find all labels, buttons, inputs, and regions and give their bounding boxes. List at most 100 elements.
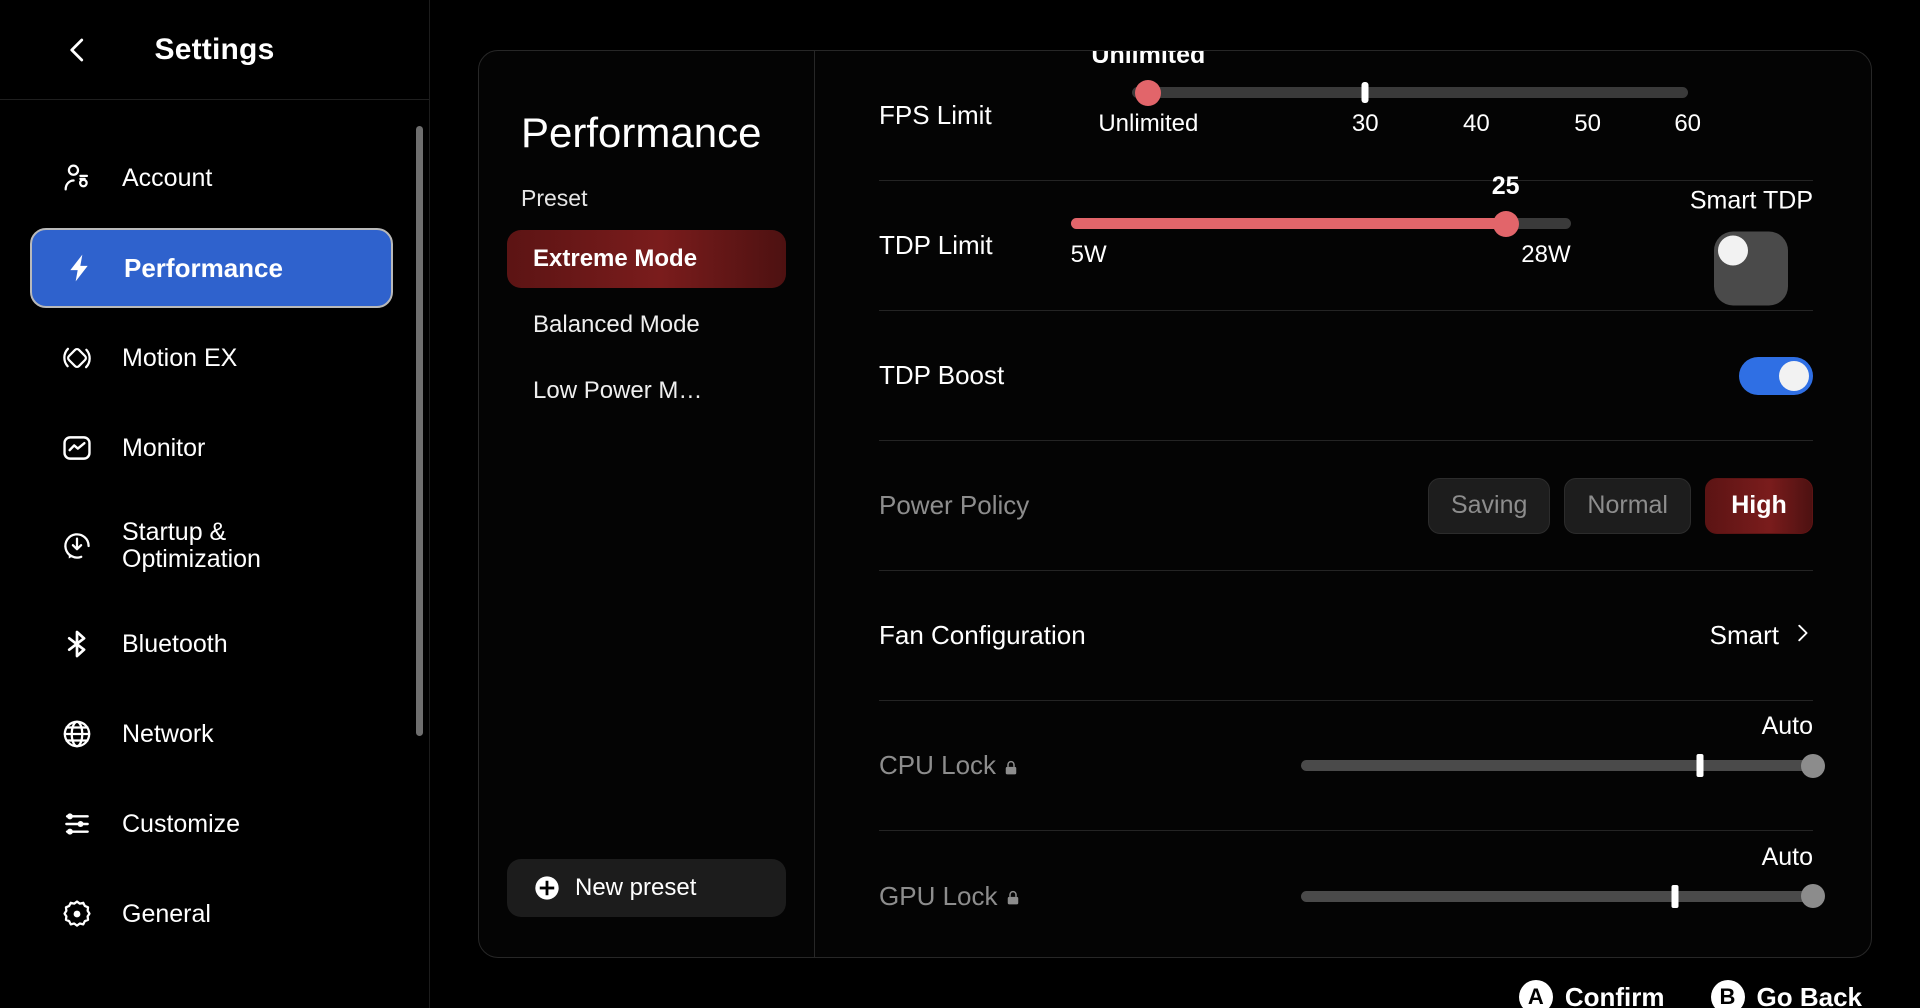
row-cpu-lock: CPU Lock Auto	[879, 701, 1825, 831]
fps-tick-label: 40	[1463, 110, 1490, 137]
sidebar-item-account[interactable]: Account	[30, 138, 393, 218]
cpu-lock-track[interactable]	[1301, 753, 1825, 778]
startup-icon	[58, 527, 96, 565]
button-a-icon: A	[1518, 980, 1553, 1008]
gpu-lock-label: GPU Lock	[879, 881, 1022, 912]
settings-column: FPS Limit Unlimited Unlimited 30 40 50 6…	[815, 51, 1871, 957]
fan-configuration-value-group[interactable]: Smart	[1710, 620, 1813, 651]
gpu-lock-tick-mark	[1671, 884, 1679, 908]
row-fan-configuration[interactable]: Fan Configuration Smart	[879, 571, 1813, 701]
sidebar-item-network[interactable]: Network	[30, 694, 393, 774]
gear-icon	[58, 895, 96, 933]
sidebar-scrollbar[interactable]	[416, 126, 423, 736]
sidebar-item-label: Bluetooth	[122, 629, 228, 658]
preset-item-label: Low Power M…	[533, 377, 703, 404]
back-button[interactable]	[46, 18, 110, 82]
sidebar-item-customize[interactable]: Customize	[30, 784, 393, 864]
preset-item-balanced-mode[interactable]: Balanced Mode	[507, 296, 786, 354]
sidebar-nav: Account Performance Motion EX Monitor St…	[0, 100, 429, 1008]
fps-tick-label: 30	[1351, 110, 1379, 137]
cpu-lock-tick-mark	[1696, 754, 1704, 777]
preset-item-extreme-mode[interactable]: Extreme Mode	[507, 230, 786, 288]
power-policy-high-button[interactable]: High	[1705, 477, 1813, 534]
smart-tdp-toggle[interactable]	[1714, 231, 1789, 305]
fps-limit-value: Unlimited	[1091, 51, 1206, 69]
sliders-icon	[58, 805, 96, 843]
fps-tick-label: 50	[1574, 110, 1601, 137]
gpu-lock-track[interactable]	[1301, 884, 1825, 908]
cpu-lock-value: Auto	[1761, 712, 1813, 740]
preset-item-label: Extreme Mode	[533, 245, 698, 272]
cpu-lock-slider[interactable]: Auto	[1301, 712, 1825, 778]
motion-icon	[58, 339, 96, 377]
lock-icon	[1004, 885, 1022, 907]
fps-tick-label: 60	[1674, 110, 1702, 137]
sidebar-item-label: Startup & Optimization	[122, 518, 261, 573]
power-policy-option-label: Normal	[1587, 491, 1668, 519]
confirm-label: Confirm	[1564, 981, 1665, 1008]
settings-app: Settings Account Performance Motion EX M…	[0, 0, 1920, 1008]
new-preset-button[interactable]: New preset	[507, 859, 786, 917]
row-gpu-lock: GPU Lock Auto	[879, 831, 1825, 957]
bluetooth-icon	[58, 625, 96, 663]
fps-limit-label: FPS Limit	[879, 100, 992, 130]
lock-icon	[1002, 755, 1020, 777]
fps-limit-slider[interactable]: Unlimited Unlimited 30 40 50 60	[1091, 51, 1701, 144]
fps-limit-thumb[interactable]	[1135, 79, 1162, 106]
sidebar-header: Settings	[0, 0, 429, 100]
sidebar-item-monitor[interactable]: Monitor	[30, 408, 393, 488]
sidebar-item-label: Performance	[124, 252, 283, 283]
sidebar-item-label: General	[122, 899, 211, 928]
row-tdp-limit: TDP Limit 25 5W 28W Smart TDP	[879, 172, 1813, 311]
sidebar-item-motion-ex[interactable]: Motion EX	[30, 318, 393, 398]
row-tdp-boost: TDP Boost	[879, 311, 1813, 441]
fps-limit-track[interactable]	[1131, 79, 1688, 106]
button-b-icon: B	[1710, 980, 1745, 1008]
power-policy-option-label: Saving	[1450, 491, 1528, 519]
sidebar-item-bluetooth[interactable]: Bluetooth	[30, 604, 393, 684]
preset-item-low-power-mode[interactable]: Low Power M…	[507, 362, 786, 420]
sidebar-item-label: Customize	[122, 809, 241, 838]
sidebar-item-general[interactable]: General	[30, 874, 393, 954]
tdp-limit-fill	[1070, 218, 1506, 229]
tdp-limit-range-labels: 5W 28W	[1071, 241, 1571, 273]
sidebar: Settings Account Performance Motion EX M…	[0, 0, 430, 1008]
preset-item-label: Balanced Mode	[533, 311, 700, 338]
new-preset-label: New preset	[575, 874, 697, 901]
power-policy-options: Saving Normal High	[1427, 477, 1813, 534]
globe-icon	[58, 715, 96, 753]
sidebar-item-startup-optimization[interactable]: Startup & Optimization	[30, 498, 393, 594]
plus-circle-icon	[533, 874, 561, 902]
power-policy-normal-button[interactable]: Normal	[1564, 477, 1691, 534]
fan-configuration-value: Smart	[1709, 620, 1779, 650]
gpu-lock-thumb[interactable]	[1801, 884, 1825, 908]
tdp-boost-toggle[interactable]	[1739, 356, 1813, 395]
cpu-lock-label: CPU Lock	[879, 750, 1020, 781]
cpu-lock-thumb[interactable]	[1801, 753, 1825, 778]
tdp-limit-min-label: 5W	[1070, 241, 1107, 268]
confirm-hint[interactable]: A Confirm	[1518, 980, 1665, 1008]
tdp-limit-slider[interactable]: 25 5W 28W	[1070, 172, 1571, 273]
tdp-limit-track[interactable]	[1070, 210, 1571, 237]
fps-limit-tick-mark	[1361, 82, 1369, 103]
power-policy-label: Power Policy	[879, 490, 1030, 520]
lightning-icon	[60, 249, 98, 287]
gpu-lock-slider[interactable]: Auto	[1301, 843, 1825, 908]
sidebar-item-label: Motion EX	[122, 343, 238, 372]
tdp-limit-thumb[interactable]	[1492, 210, 1519, 237]
power-policy-saving-button[interactable]: Saving	[1427, 477, 1551, 534]
fan-configuration-label: Fan Configuration	[879, 620, 1086, 650]
go-back-hint[interactable]: B Go Back	[1710, 980, 1862, 1008]
sidebar-item-performance[interactable]: Performance	[30, 228, 393, 308]
tdp-limit-max-label: 28W	[1521, 241, 1571, 268]
page-title: Performance	[521, 109, 762, 156]
preset-column: Performance Preset Extreme Mode Balanced…	[479, 51, 815, 957]
sidebar-item-label: Account	[122, 163, 213, 192]
tdp-limit-label: TDP Limit	[879, 230, 993, 260]
preset-list: Extreme Mode Balanced Mode Low Power M…	[479, 230, 814, 420]
performance-panel: Performance Preset Extreme Mode Balanced…	[478, 50, 1872, 958]
toggle-knob	[1718, 235, 1749, 265]
account-icon	[58, 159, 96, 197]
power-policy-option-label: High	[1731, 491, 1787, 519]
preset-section-label: Preset	[521, 185, 588, 211]
